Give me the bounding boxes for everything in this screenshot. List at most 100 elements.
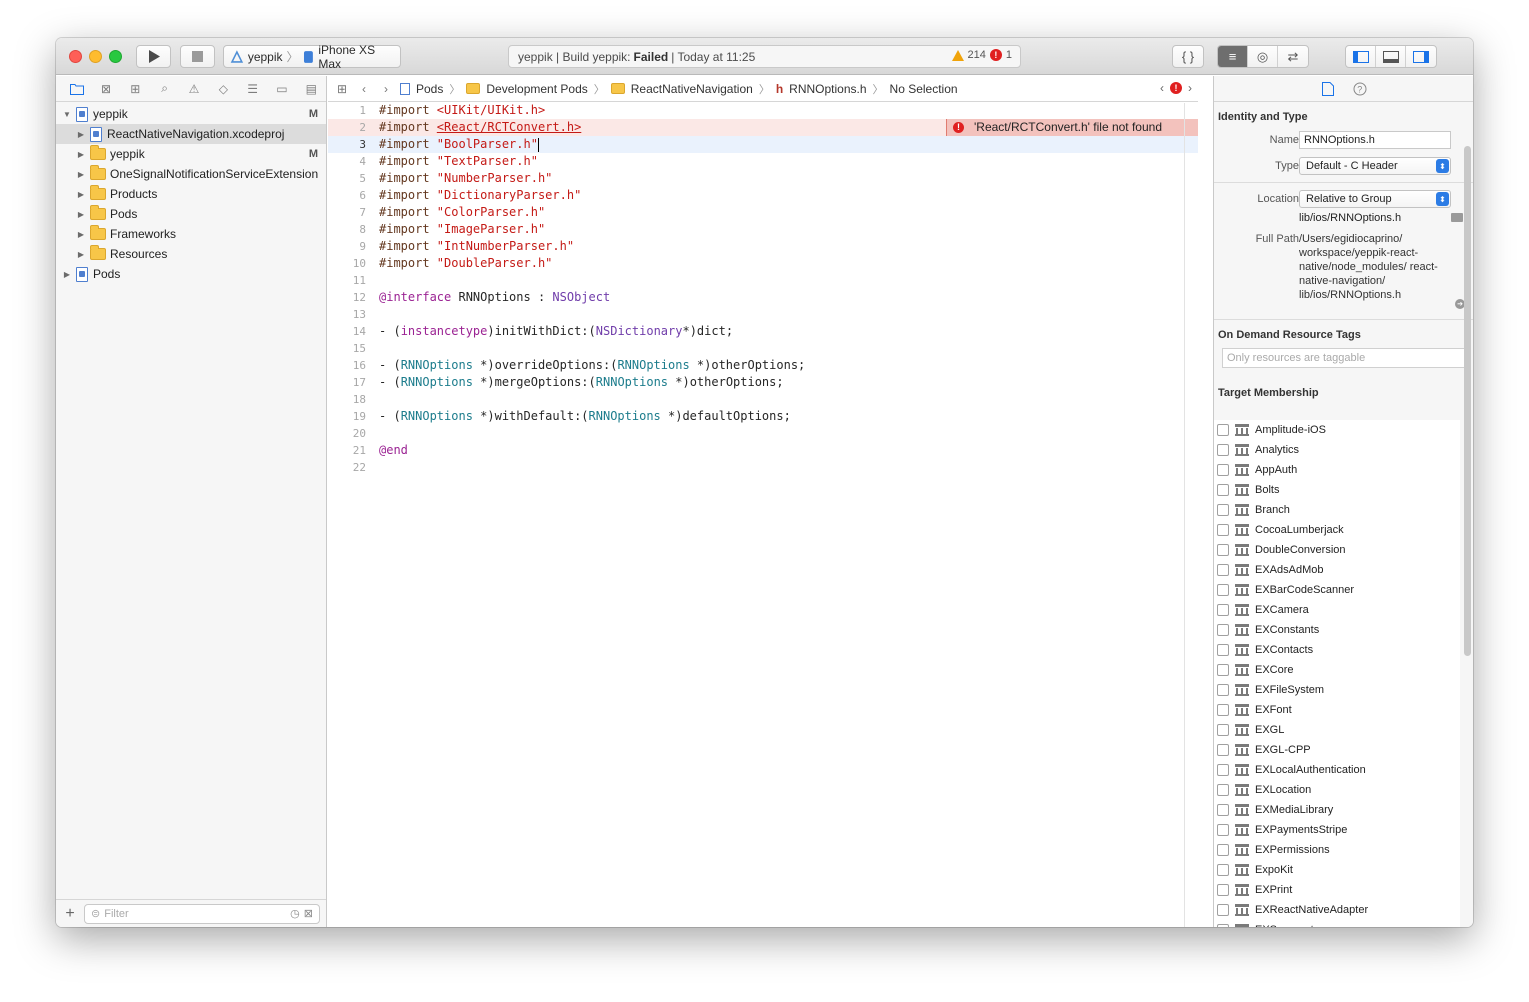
crumb-react-native-navigation[interactable]: ReactNativeNavigation	[631, 82, 753, 96]
inline-error-message[interactable]: ! 'React/RCTConvert.h' file not found	[946, 119, 1198, 136]
scm-filter-icon[interactable]: ⊠	[304, 907, 313, 920]
code-line[interactable]: 2 #import <React/RCTConvert.h>! 'React/RCT…	[328, 119, 1198, 136]
tree-row[interactable]: ▶ Frameworks	[56, 224, 326, 244]
line-number[interactable]: 22	[328, 459, 366, 476]
test-navigator-icon[interactable]: ◇	[209, 76, 238, 102]
target-checkbox[interactable]	[1217, 864, 1229, 876]
disclosure-closed-icon[interactable]: ▶	[62, 270, 72, 279]
target-checkbox[interactable]	[1217, 624, 1229, 636]
target-checkbox[interactable]	[1217, 604, 1229, 616]
previous-issue-icon[interactable]: ‹	[1160, 81, 1164, 95]
code-line[interactable]: 8 #import "ImageParser.h"	[328, 221, 1198, 238]
assistant-editor-icon[interactable]: ◎	[1248, 46, 1278, 67]
disclosure-closed-icon[interactable]: ▶	[76, 210, 86, 219]
line-number[interactable]: 1	[328, 102, 366, 119]
target-checkbox[interactable]	[1217, 484, 1229, 496]
line-number[interactable]: 15	[328, 340, 366, 357]
target-checkbox[interactable]	[1217, 904, 1229, 916]
target-checkbox[interactable]	[1217, 744, 1229, 756]
disclosure-closed-icon[interactable]: ▶	[76, 250, 86, 259]
line-number[interactable]: 11	[328, 272, 366, 289]
version-editor-icon[interactable]: ⇄	[1278, 46, 1308, 67]
type-popup[interactable]: Default - C Header ⬍	[1299, 157, 1451, 175]
target-checkbox[interactable]	[1217, 884, 1229, 896]
code-line[interactable]: 15	[328, 340, 1198, 357]
run-button[interactable]	[136, 45, 171, 68]
line-number[interactable]: 17	[328, 374, 366, 391]
target-checkbox[interactable]	[1217, 844, 1229, 856]
tree-row[interactable]: ▶ Products	[56, 184, 326, 204]
code-line[interactable]: 17- (RNNOptions *)mergeOptions:(RNNOptio…	[328, 374, 1198, 391]
project-navigator-icon[interactable]	[62, 76, 91, 102]
file-inspector-icon[interactable]	[1319, 80, 1337, 98]
find-navigator-icon[interactable]: ⌕	[150, 76, 179, 102]
symbol-navigator-icon[interactable]: ⊞	[121, 76, 150, 102]
line-number[interactable]: 16	[328, 357, 366, 374]
code-line[interactable]: 12 @interface RNNOptions : NSObject	[328, 289, 1198, 306]
code-line[interactable]: 21 @end	[328, 442, 1198, 459]
target-checkbox[interactable]	[1217, 564, 1229, 576]
target-checkbox[interactable]	[1217, 644, 1229, 656]
line-number[interactable]: 21	[328, 442, 366, 459]
code-line[interactable]: 13	[328, 306, 1198, 323]
line-number[interactable]: 19	[328, 408, 366, 425]
breakpoint-navigator-icon[interactable]: ▭	[267, 76, 296, 102]
code-line[interactable]: 18	[328, 391, 1198, 408]
target-checkbox[interactable]	[1217, 544, 1229, 556]
line-number[interactable]: 9	[328, 238, 366, 255]
code-line[interactable]: 9 #import "IntNumberParser.h"	[328, 238, 1198, 255]
line-number[interactable]: 6	[328, 187, 366, 204]
target-checkbox[interactable]	[1217, 824, 1229, 836]
line-number[interactable]: 12	[328, 289, 366, 306]
target-checkbox[interactable]	[1217, 444, 1229, 456]
recent-files-icon[interactable]: ◷	[290, 907, 300, 920]
inspector-toggle-icon[interactable]	[1406, 46, 1436, 67]
code-line[interactable]: 1 #import <UIKit/UIKit.h>	[328, 102, 1198, 119]
code-area[interactable]: 1 #import <UIKit/UIKit.h> 2 #import <React/…	[328, 102, 1198, 476]
tree-row[interactable]: ▶ Pods	[56, 204, 326, 224]
location-popup[interactable]: Relative to Group ⬍	[1299, 190, 1451, 208]
code-line[interactable]: 11	[328, 272, 1198, 289]
target-checkbox[interactable]	[1217, 784, 1229, 796]
name-field[interactable]: RNNOptions.h	[1299, 131, 1451, 149]
crumb-pods[interactable]: Pods	[416, 82, 443, 96]
minimize-window-button[interactable]	[89, 50, 102, 63]
back-arrow-icon[interactable]: ‹	[356, 82, 372, 96]
line-number[interactable]: 18	[328, 391, 366, 408]
quick-help-icon[interactable]: ?	[1351, 80, 1369, 98]
code-line[interactable]: 22	[328, 459, 1198, 476]
tree-row[interactable]: ▶ yeppik M	[56, 144, 326, 164]
disclosure-closed-icon[interactable]: ▶	[76, 170, 86, 179]
related-items-icon[interactable]: ⊞	[334, 82, 350, 96]
disclosure-closed-icon[interactable]: ▶	[76, 190, 86, 199]
tree-row[interactable]: ▶ OneSignalNotificationServiceExtension	[56, 164, 326, 184]
navigator-filter-field[interactable]: ⊜ Filter ◷ ⊠	[84, 903, 320, 924]
inspector-scrollbar[interactable]	[1464, 146, 1471, 656]
stop-button[interactable]	[180, 45, 215, 68]
next-issue-icon[interactable]: ›	[1188, 81, 1192, 95]
device-name[interactable]: iPhone XS Max	[318, 43, 400, 71]
line-number[interactable]: 7	[328, 204, 366, 221]
editor-scrollbar[interactable]	[1184, 103, 1198, 927]
line-number[interactable]: 14	[328, 323, 366, 340]
code-line[interactable]: 10 #import "DoubleParser.h"	[328, 255, 1198, 272]
disclosure-closed-icon[interactable]: ▶	[76, 230, 86, 239]
code-line[interactable]: 19- (RNNOptions *)withDefault:(RNNOption…	[328, 408, 1198, 425]
target-checkbox[interactable]	[1217, 684, 1229, 696]
line-number[interactable]: 3	[328, 136, 366, 153]
navigator-toggle-icon[interactable]	[1346, 46, 1376, 67]
issue-navigator-icon[interactable]: ⚠	[179, 76, 208, 102]
code-line[interactable]: 5 #import "NumberParser.h"	[328, 170, 1198, 187]
target-checkbox[interactable]	[1217, 704, 1229, 716]
line-number[interactable]: 8	[328, 221, 366, 238]
line-number[interactable]: 5	[328, 170, 366, 187]
choose-folder-icon[interactable]	[1451, 213, 1463, 222]
crumb-file[interactable]: RNNOptions.h	[789, 82, 866, 96]
target-checkbox[interactable]	[1217, 424, 1229, 436]
code-line[interactable]: 3 #import "BoolParser.h"	[328, 136, 1198, 153]
issue-indicator-icon[interactable]: !	[1170, 82, 1182, 94]
tree-row[interactable]: ▼ yeppik M	[56, 104, 326, 124]
code-line[interactable]: 7 #import "ColorParser.h"	[328, 204, 1198, 221]
issue-counts[interactable]: 214 ! 1	[951, 49, 1012, 61]
target-checkbox[interactable]	[1217, 584, 1229, 596]
